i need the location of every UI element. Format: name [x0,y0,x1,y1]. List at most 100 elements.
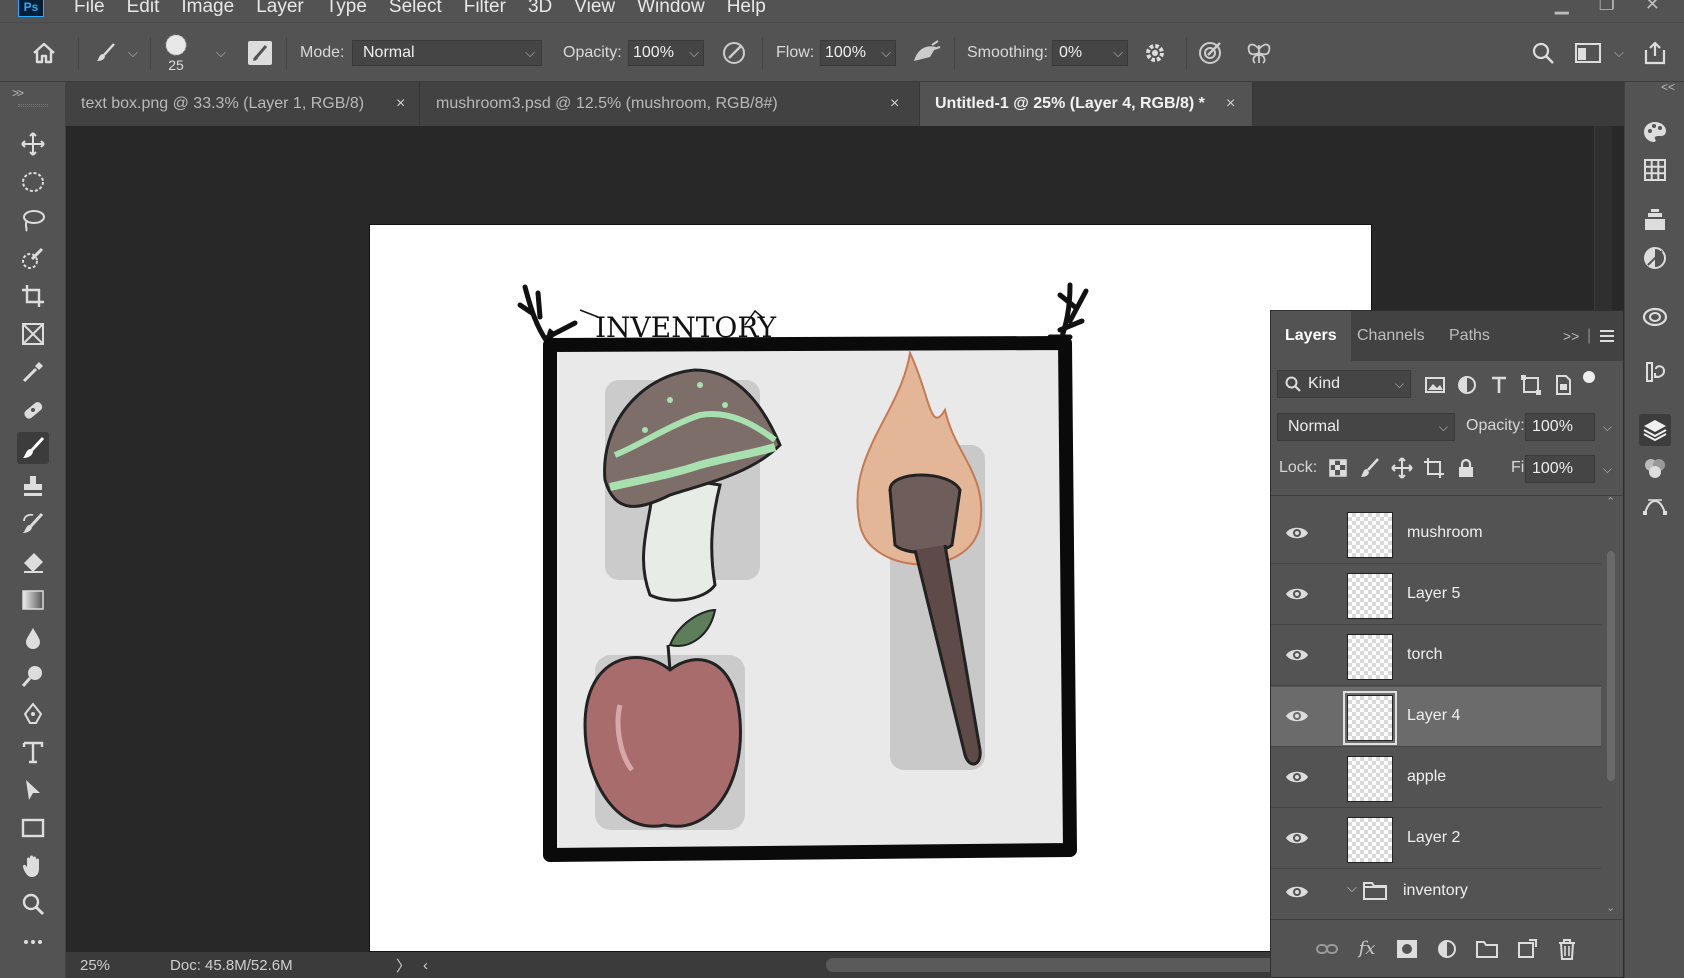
expand-panel-icon[interactable]: >> [12,86,24,100]
home-button[interactable] [30,23,58,83]
pressure-size-button[interactable] [1196,23,1224,83]
smart-object-filter-icon[interactable] [1551,373,1575,397]
panel-expand-icon[interactable]: >> [1563,311,1579,361]
blend-mode-select[interactable]: Normal ⌵ [1277,413,1455,441]
restore-icon[interactable]: ❐ [1599,0,1615,15]
libraries-panel-button[interactable] [1639,204,1671,236]
layers-scrollbar[interactable]: ⌃ ⌄ [1601,496,1621,921]
close-window-icon[interactable]: ✕ [1645,0,1660,15]
tab-mushroom3[interactable]: mushroom3.psd @ 12.5% (mushroom, RGB/8#)… [420,82,920,126]
status-menu-arrow[interactable]: 〉 [396,955,411,976]
scroll-thumb[interactable] [1607,551,1615,781]
adjustments-panel-button[interactable] [1639,242,1671,274]
airbrush-button[interactable] [910,23,942,83]
search-button[interactable] [1530,23,1556,83]
move-tool[interactable] [17,128,49,160]
minimize-icon[interactable]: ▁ [1555,0,1569,15]
delete-layer-button[interactable] [1554,936,1580,962]
layer-row-layer-2[interactable]: Layer 2 [1271,809,1601,869]
close-icon[interactable]: × [396,95,405,113]
pen-tool[interactable] [17,698,49,730]
menu-image[interactable]: Image [181,0,234,18]
layer-row-torch[interactable]: torch [1271,626,1601,686]
new-layer-button[interactable] [1514,936,1540,962]
menu-help[interactable]: Help [727,0,766,18]
menu-file[interactable]: File [74,0,105,18]
frame-tool[interactable] [17,318,49,350]
symmetry-button[interactable] [1244,23,1274,83]
menu-layer[interactable]: Layer [256,0,304,18]
menu-window[interactable]: Window [637,0,705,18]
panel-menu-icon[interactable] [1599,311,1615,361]
close-icon[interactable]: × [890,95,899,113]
lock-pixels-icon[interactable] [1359,457,1381,479]
chevron-down-icon[interactable]: ⌵ [1347,880,1357,896]
zoom-tool[interactable] [17,888,49,920]
scroll-left-arrow[interactable]: ‹ [423,957,428,974]
adjustment-layer-button[interactable] [1434,936,1460,962]
brush-size-picker[interactable]: 25 [164,23,188,83]
filter-toggle-icon[interactable] [1581,369,1597,385]
pressure-opacity-button[interactable] [720,23,748,83]
tab-channels[interactable]: Channels [1357,311,1425,361]
tab-untitled-1[interactable]: Untitled-1 @ 25% (Layer 4, RGB/8) * × [920,82,1253,126]
lock-transparent-icon[interactable] [1327,457,1349,479]
hand-tool[interactable] [17,850,49,882]
link-layers-button[interactable] [1314,936,1340,962]
color-panel-button[interactable] [1639,116,1671,148]
eye-icon[interactable] [1285,882,1309,902]
menu-edit[interactable]: Edit [127,0,160,18]
smoothing-settings-button[interactable] [1142,23,1168,83]
share-button[interactable] [1642,23,1668,83]
menu-filter[interactable]: Filter [464,0,506,18]
brush-picker-chevron[interactable]: ⌵ [216,23,226,83]
tab-paths[interactable]: Paths [1449,311,1490,361]
history-panel-button[interactable] [1639,356,1671,388]
shape-filter-icon[interactable] [1519,373,1543,397]
paths-panel-button[interactable] [1639,490,1671,522]
rectangle-tool[interactable] [17,812,49,844]
lasso-tool[interactable] [17,204,49,236]
fx-button[interactable]: fx [1354,936,1380,962]
channels-panel-button[interactable] [1639,452,1671,484]
adjustment-filter-icon[interactable] [1455,373,1479,397]
filter-kind-select[interactable]: Kind ⌵ [1277,370,1411,398]
menu-3d[interactable]: 3D [528,0,552,18]
more-tools-button[interactable] [17,926,49,958]
type-filter-icon[interactable] [1487,373,1511,397]
layer-group-inventory[interactable]: ⌵ inventory [1271,870,1601,914]
brush-settings-toggle[interactable] [246,23,274,83]
healing-brush-tool[interactable] [17,394,49,426]
tab-text-box[interactable]: text box.png @ 33.3% (Layer 1, RGB/8) × [66,82,420,126]
blur-tool[interactable] [17,622,49,654]
scroll-down-icon[interactable]: ⌄ [1606,901,1615,914]
fill-field[interactable]: 100% ⌵ [1525,455,1612,483]
eye-icon[interactable] [1285,828,1309,848]
opacity-field[interactable]: 100% ⌵ [628,40,704,66]
workspace-switcher[interactable]: ⌵ [1574,23,1624,83]
image-filter-icon[interactable] [1423,373,1447,397]
collapse-dock-icon[interactable]: << [1661,80,1675,94]
lock-all-icon[interactable] [1455,457,1477,479]
layer-opacity-field[interactable]: 100% ⌵ [1525,413,1612,441]
layer-row-apple[interactable]: apple [1271,748,1601,808]
layer-row-layer-4[interactable]: Layer 4 [1271,687,1601,747]
eraser-tool[interactable] [17,546,49,578]
zoom-level[interactable]: 25% [80,957,110,974]
close-icon[interactable]: × [1226,95,1235,113]
document-canvas[interactable]: INVENTORY [369,224,1372,952]
marquee-tool[interactable] [17,166,49,198]
scroll-up-icon[interactable]: ⌃ [1606,495,1615,508]
path-selection-tool[interactable] [17,774,49,806]
lock-artboard-icon[interactable] [1423,457,1445,479]
new-group-button[interactable] [1474,936,1500,962]
horizontal-scrollbar-thumb[interactable] [826,958,1291,972]
brush-tool[interactable] [17,432,49,464]
mode-select[interactable]: Normal ⌵ [352,40,542,66]
eye-icon[interactable] [1285,645,1309,665]
eye-icon[interactable] [1285,584,1309,604]
tool-preset-picker[interactable]: ⌵ [94,23,138,83]
panel-grip[interactable] [18,104,48,107]
lock-position-icon[interactable] [1391,457,1413,479]
swatches-panel-button[interactable] [1639,154,1671,186]
